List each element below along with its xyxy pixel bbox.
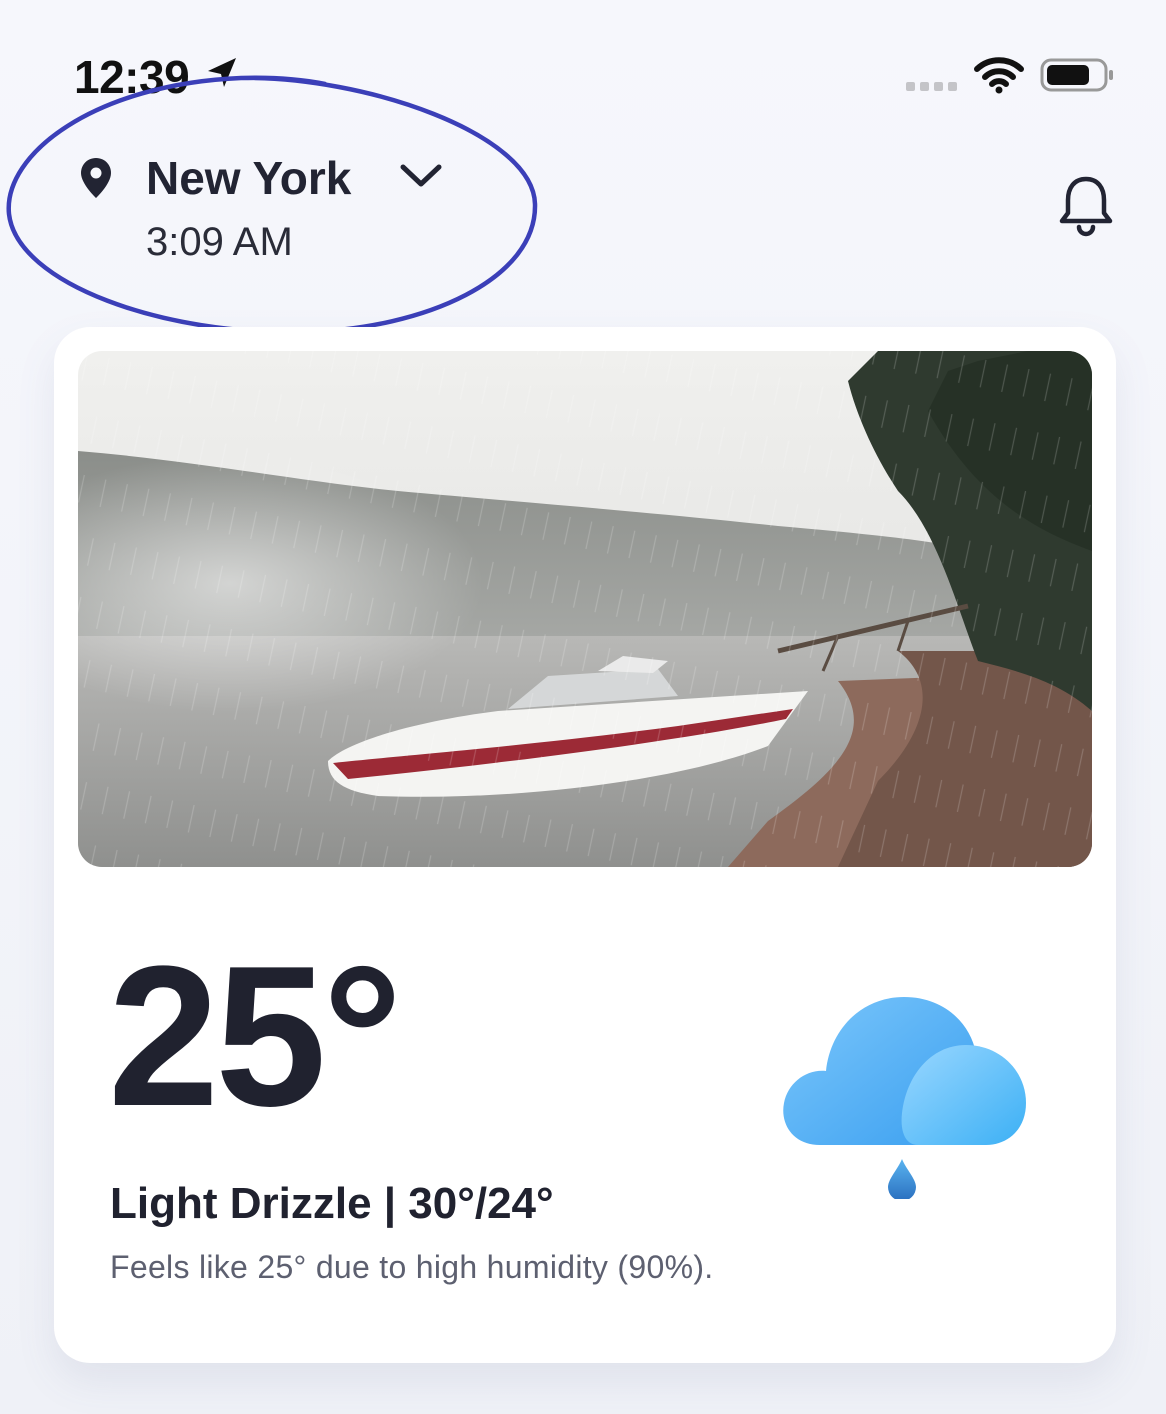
bell-icon[interactable] xyxy=(1056,174,1116,240)
weather-photo xyxy=(78,351,1092,867)
local-time: 3:09 AM xyxy=(146,220,293,264)
wifi-icon xyxy=(974,57,1024,94)
status-bar: 12:39 xyxy=(0,0,1166,120)
feels-like-text: Feels like 25° due to high humidity (90%… xyxy=(110,1249,714,1285)
chevron-down-icon[interactable] xyxy=(398,160,444,192)
weather-card[interactable]: 25° Light Drizzle | 30°/24° Feels like 2… xyxy=(54,327,1116,1363)
status-time: 12:39 xyxy=(74,51,190,103)
condition-summary: Light Drizzle | 30°/24° xyxy=(110,1179,554,1228)
current-temperature: 25° xyxy=(108,925,402,1148)
rain-cloud-icon xyxy=(783,997,1026,1199)
city-selector[interactable]: New York xyxy=(146,151,351,205)
weather-app-screen: 12:39 New York 3:09 AM 25° Light Drizzle… xyxy=(0,0,1166,1414)
signal-icon xyxy=(906,82,957,91)
battery-icon xyxy=(1040,58,1113,92)
location-arrow-icon xyxy=(208,58,236,87)
map-pin-icon xyxy=(81,158,111,198)
